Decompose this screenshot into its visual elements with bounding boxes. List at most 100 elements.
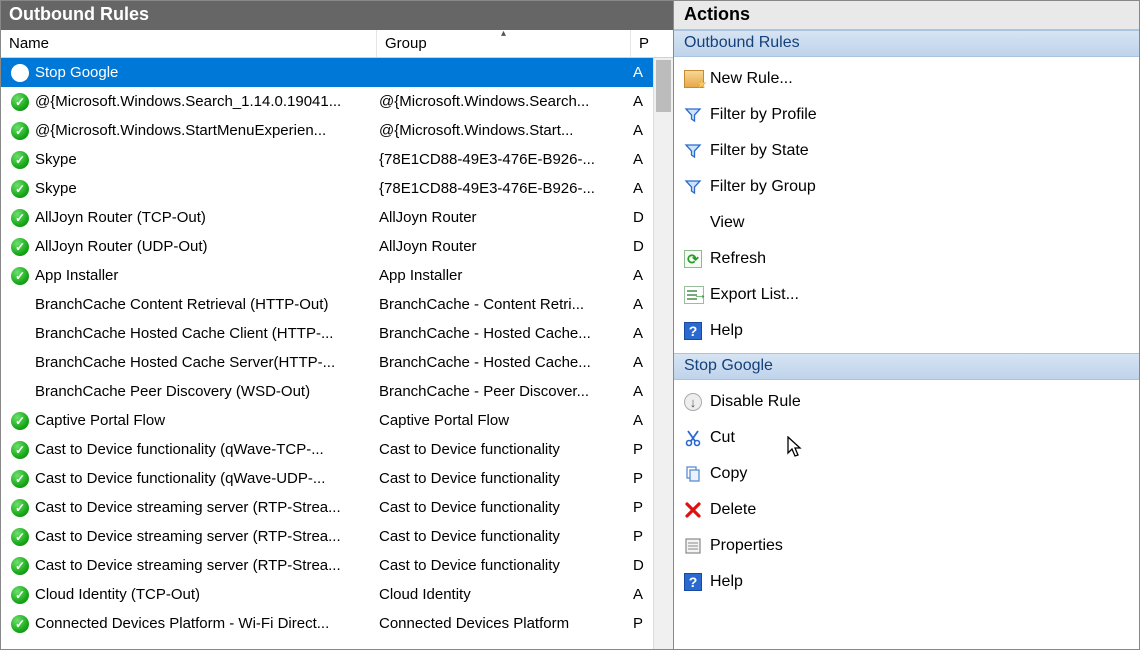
column-header-group[interactable]: ▴ Group xyxy=(377,30,631,57)
action-props[interactable]: Properties xyxy=(674,528,1139,564)
action-filter-profile[interactable]: Filter by Profile xyxy=(674,97,1139,133)
action-view[interactable]: View xyxy=(674,205,1139,241)
new-rule-icon xyxy=(684,68,710,90)
rule-group-cell: App Installer xyxy=(377,267,631,284)
rule-name-text: AllJoyn Router (TCP-Out) xyxy=(35,209,206,226)
rule-row[interactable]: Cast to Device streaming server (RTP-Str… xyxy=(1,493,673,522)
rule-row[interactable]: Cloud Identity (TCP-Out)Cloud IdentityA xyxy=(1,580,673,609)
rule-group-cell: @{Microsoft.Windows.Start... xyxy=(377,122,631,139)
rule-name-text: Skype xyxy=(35,151,77,168)
rule-name-cell: @{Microsoft.Windows.Search_1.14.0.19041.… xyxy=(1,91,377,113)
allow-icon xyxy=(9,584,31,606)
rules-panel: Outbound Rules Name ▴ Group P Stop Googl… xyxy=(1,1,674,649)
rule-group-cell: @{Microsoft.Windows.Search... xyxy=(377,93,631,110)
rule-row[interactable]: @{Microsoft.Windows.StartMenuExperien...… xyxy=(1,116,673,145)
rules-panel-title-text: Outbound Rules xyxy=(9,4,149,25)
rule-name-text: BranchCache Hosted Cache Server(HTTP-... xyxy=(35,354,335,371)
action-filter-group[interactable]: Filter by Group xyxy=(674,169,1139,205)
scroll-thumb[interactable] xyxy=(656,60,671,112)
action-help2[interactable]: ?Help xyxy=(674,564,1139,600)
action-label: Filter by Group xyxy=(710,178,816,196)
rule-name-cell: Cloud Identity (TCP-Out) xyxy=(1,584,377,606)
rules-table-header: Name ▴ Group P xyxy=(1,30,673,58)
action-label: View xyxy=(710,214,744,232)
rule-name-cell: Stop Google xyxy=(1,62,377,84)
action-refresh[interactable]: ⟳Refresh xyxy=(674,241,1139,277)
column-header-profile-label: P xyxy=(639,35,649,52)
action-delete[interactable]: Delete xyxy=(674,492,1139,528)
rule-name-cell: Connected Devices Platform - Wi-Fi Direc… xyxy=(1,613,377,635)
block-icon xyxy=(9,62,31,84)
action-help[interactable]: ?Help xyxy=(674,313,1139,349)
rule-name-cell: @{Microsoft.Windows.StartMenuExperien... xyxy=(1,120,377,142)
rule-name-cell: Cast to Device streaming server (RTP-Str… xyxy=(1,526,377,548)
rule-row[interactable]: Skype{78E1CD88-49E3-476E-B926-...A xyxy=(1,174,673,203)
allow-icon xyxy=(9,120,31,142)
rule-group-cell: BranchCache - Content Retri... xyxy=(377,296,631,313)
rule-row[interactable]: AllJoyn Router (TCP-Out)AllJoyn RouterD xyxy=(1,203,673,232)
rule-group-cell: Cast to Device functionality xyxy=(377,470,631,487)
rule-group-cell: Captive Portal Flow xyxy=(377,412,631,429)
filter-icon xyxy=(684,104,710,126)
action-cut[interactable]: Cut xyxy=(674,420,1139,456)
rule-row[interactable]: Captive Portal FlowCaptive Portal FlowA xyxy=(1,406,673,435)
export-icon xyxy=(684,284,710,306)
rule-row[interactable]: Cast to Device streaming server (RTP-Str… xyxy=(1,522,673,551)
actions-section-selected: Stop Google xyxy=(674,353,1139,380)
app-root: Outbound Rules Name ▴ Group P Stop Googl… xyxy=(1,1,1139,649)
rule-name-cell: Skype xyxy=(1,178,377,200)
column-header-group-label: Group xyxy=(385,35,427,52)
rule-row[interactable]: BranchCache Content Retrieval (HTTP-Out)… xyxy=(1,290,673,319)
filter-icon xyxy=(684,140,710,162)
rule-row[interactable]: App InstallerApp InstallerA xyxy=(1,261,673,290)
rule-name-text: Stop Google xyxy=(35,64,118,81)
rule-name-text: Captive Portal Flow xyxy=(35,412,165,429)
rule-name-cell: AllJoyn Router (TCP-Out) xyxy=(1,207,377,229)
rule-row[interactable]: AllJoyn Router (UDP-Out)AllJoyn RouterD xyxy=(1,232,673,261)
allow-icon xyxy=(9,468,31,490)
rule-group-cell: BranchCache - Hosted Cache... xyxy=(377,325,631,342)
allow-icon xyxy=(9,91,31,113)
rule-row[interactable]: Connected Devices Platform - Wi-Fi Direc… xyxy=(1,609,673,638)
rule-row[interactable]: BranchCache Hosted Cache Server(HTTP-...… xyxy=(1,348,673,377)
rule-row[interactable]: Stop GoogleA xyxy=(1,58,673,87)
rule-name-cell: Skype xyxy=(1,149,377,171)
filter-icon xyxy=(684,176,710,198)
help-icon: ? xyxy=(684,320,710,342)
column-header-name-label: Name xyxy=(9,35,49,52)
delete-icon xyxy=(684,499,710,521)
rule-name-cell: BranchCache Hosted Cache Server(HTTP-... xyxy=(1,352,377,374)
rule-group-cell: Cast to Device functionality xyxy=(377,441,631,458)
rule-group-cell: Cast to Device functionality xyxy=(377,557,631,574)
allow-icon xyxy=(9,149,31,171)
action-copy[interactable]: Copy xyxy=(674,456,1139,492)
vertical-scrollbar[interactable] xyxy=(653,58,673,649)
rule-group-cell: AllJoyn Router xyxy=(377,209,631,226)
copy-icon xyxy=(684,463,710,485)
action-export[interactable]: Export List... xyxy=(674,277,1139,313)
rule-row[interactable]: BranchCache Hosted Cache Client (HTTP-..… xyxy=(1,319,673,348)
rule-name-cell: Cast to Device streaming server (RTP-Str… xyxy=(1,555,377,577)
actions-list-selected: ↓Disable RuleCut Copy DeleteProperties?Hel… xyxy=(674,380,1139,604)
action-label: Export List... xyxy=(710,286,799,304)
column-header-profile[interactable]: P xyxy=(631,30,673,57)
rule-row[interactable]: Skype{78E1CD88-49E3-476E-B926-...A xyxy=(1,145,673,174)
column-header-name[interactable]: Name xyxy=(1,30,377,57)
rules-panel-title: Outbound Rules xyxy=(1,1,673,30)
rule-row[interactable]: BranchCache Peer Discovery (WSD-Out)Bran… xyxy=(1,377,673,406)
rule-name-text: Cast to Device functionality (qWave-TCP-… xyxy=(35,441,324,458)
action-label: Copy xyxy=(710,465,747,483)
rule-row[interactable]: Cast to Device functionality (qWave-TCP-… xyxy=(1,435,673,464)
rule-row[interactable]: @{Microsoft.Windows.Search_1.14.0.19041.… xyxy=(1,87,673,116)
rule-row[interactable]: Cast to Device functionality (qWave-UDP-… xyxy=(1,464,673,493)
action-label: Filter by State xyxy=(710,142,809,160)
action-disable[interactable]: ↓Disable Rule xyxy=(674,384,1139,420)
rule-row[interactable]: Cast to Device streaming server (RTP-Str… xyxy=(1,551,673,580)
rule-group-cell: {78E1CD88-49E3-476E-B926-... xyxy=(377,180,631,197)
rule-name-text: Cast to Device streaming server (RTP-Str… xyxy=(35,557,341,574)
action-new-rule[interactable]: New Rule... xyxy=(674,61,1139,97)
action-filter-state[interactable]: Filter by State xyxy=(674,133,1139,169)
allow-icon xyxy=(9,410,31,432)
actions-section-selected-label: Stop Google xyxy=(684,357,773,374)
action-label: Filter by Profile xyxy=(710,106,817,124)
